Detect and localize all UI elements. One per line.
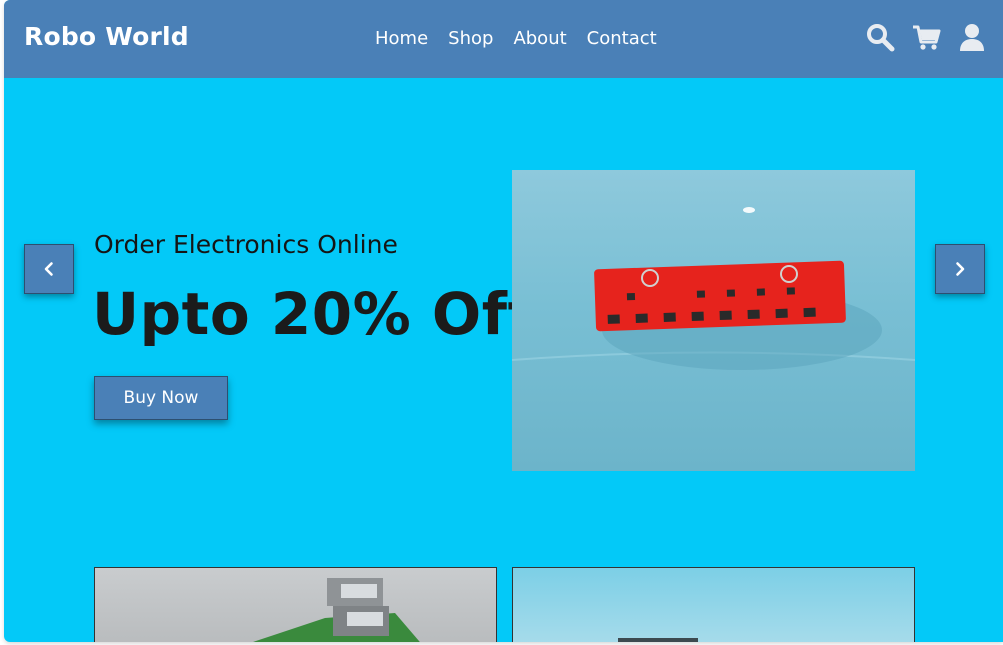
brand-logo[interactable]: Robo World xyxy=(24,22,189,51)
nav-icons xyxy=(865,22,987,52)
hero-product-image xyxy=(512,170,915,471)
nav-contact[interactable]: Contact xyxy=(587,28,657,49)
page-frame: Robo World Home Shop About Contact Order… xyxy=(4,0,1003,642)
hero-headline: Upto 20% Off xyxy=(92,280,534,348)
nav-home[interactable]: Home xyxy=(375,28,428,49)
chevron-right-icon xyxy=(956,262,965,276)
nav-menu: Home Shop About Contact xyxy=(375,28,657,49)
carousel-next-button[interactable] xyxy=(935,244,985,294)
user-icon[interactable] xyxy=(957,22,987,52)
carousel-prev-button[interactable] xyxy=(24,244,74,294)
chevron-left-icon xyxy=(44,262,53,276)
search-icon[interactable] xyxy=(865,22,895,52)
nav-about[interactable]: About xyxy=(513,28,566,49)
buy-now-button[interactable]: Buy Now xyxy=(94,376,228,420)
product-card-image[interactable] xyxy=(512,567,915,642)
product-card-image[interactable] xyxy=(94,567,497,642)
cart-icon[interactable] xyxy=(911,22,941,52)
nav-shop[interactable]: Shop xyxy=(448,28,493,49)
navbar: Robo World Home Shop About Contact xyxy=(4,0,1003,78)
hero-subtitle: Order Electronics Online xyxy=(94,230,398,259)
